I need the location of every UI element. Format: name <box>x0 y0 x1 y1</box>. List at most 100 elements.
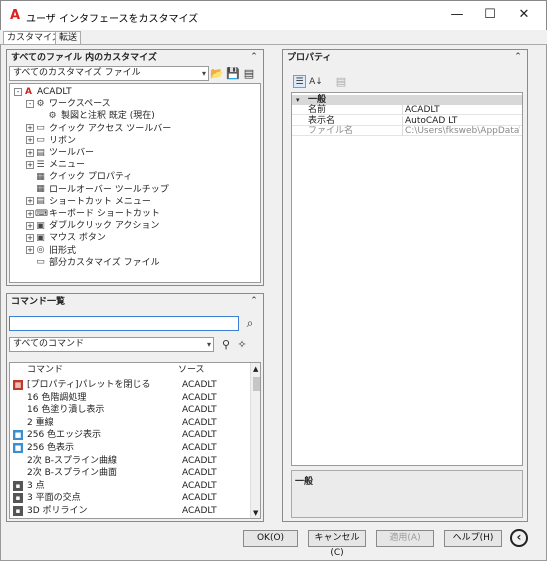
command-search-input[interactable] <box>9 316 239 331</box>
tree-node-icon: ▭ <box>36 135 45 146</box>
tree-item[interactable]: - ⚙ ワークスペース <box>26 98 111 110</box>
tree-item[interactable]: + ▭ クイック アクセス ツールバー <box>26 123 171 135</box>
tree-item-label: 部分カスタマイズ ファイル <box>49 257 160 268</box>
command-row[interactable]: 16 色塗り潰し表示 ACADLT <box>10 404 248 417</box>
tree-item[interactable]: + ⌨キーボード ショートカット <box>26 208 160 220</box>
tree-item-label: ACADLT <box>37 87 72 97</box>
scroll-down-icon[interactable]: ▼ <box>253 509 258 517</box>
collapse-properties-icon[interactable]: ⌃ <box>512 51 524 64</box>
chevron-down-icon[interactable]: ▾ <box>296 95 300 105</box>
property-value: AutoCAD LT <box>402 115 520 126</box>
command-row[interactable]: 2 重線 ACADLT <box>10 417 248 430</box>
tree-item[interactable]: ⚙ 製図と注釈 既定 (現在) <box>38 110 154 122</box>
command-list-scrollbar[interactable]: ▲ ▼ <box>250 363 260 518</box>
command-source: ACADLT <box>182 506 217 516</box>
command-list-panel: コマンド一覧 ⌃ ⌕ すべてのコマンド ▾ ⚲ ✧ コマンド ソース ▲ ▼ ▦… <box>6 293 264 522</box>
tree-item-label: クイック アクセス ツールバー <box>49 123 172 134</box>
tree-item[interactable]: ▭ 部分カスタマイズ ファイル <box>26 257 160 269</box>
scroll-up-icon[interactable]: ▲ <box>253 365 258 373</box>
find-command-icon[interactable]: ⚲ <box>219 338 233 352</box>
command-row[interactable]: 3D 移動 <box>10 518 248 519</box>
command-name: 2次 B-スプライン曲線 <box>27 455 118 466</box>
tree-item[interactable]: + ▤ ショートカット メニュー <box>26 196 151 208</box>
command-list[interactable]: コマンド ソース ▲ ▼ ▦ [プロパティ]パレットを閉じる ACADLT 16 色階… <box>9 362 261 519</box>
search-icon[interactable]: ⌕ <box>243 316 257 330</box>
command-filter-select[interactable]: すべてのコマンド ▾ <box>9 337 214 352</box>
expand-node-icon[interactable]: + <box>26 197 34 206</box>
collapse-node-icon[interactable]: - <box>14 87 22 96</box>
tree-node-icon: ▦ <box>36 184 45 195</box>
tree-item[interactable]: + ▭ リボン <box>26 135 76 147</box>
command-list-columns: コマンド ソース <box>10 363 260 377</box>
customization-tree[interactable]: - A ACADLT - ⚙ ワークスペース ⚙ 製図と注釈 既定 (現在) + ▭ クイック アク… <box>9 83 261 283</box>
expand-node-icon[interactable]: + <box>26 124 34 133</box>
apply-button[interactable]: 適用(A) <box>376 530 434 547</box>
tree-node-icon: ◎ <box>36 245 45 256</box>
command-row[interactable]: ■ 256 色エッジ表示 ACADLT <box>10 429 248 442</box>
column-command[interactable]: コマンド <box>27 363 63 377</box>
title-bar: A ユーザ インタフェースをカスタマイズ — ☐ ✕ <box>0 0 547 30</box>
tab-transfer[interactable]: 転送 <box>55 31 82 44</box>
help-button[interactable]: ヘルプ(H) <box>444 530 502 547</box>
tree-item[interactable]: ▦ ロールオーバー ツールチップ <box>26 184 169 196</box>
command-row[interactable]: 2次 B-スプライン曲面 ACADLT <box>10 467 248 480</box>
customization-file-select[interactable]: すべてのカスタマイズ ファイル ▾ <box>9 66 209 81</box>
command-row[interactable]: ▪ 3D ポリライン ACADLT <box>10 505 248 518</box>
categorized-view-icon[interactable]: ☰ <box>293 75 306 88</box>
column-source[interactable]: ソース <box>178 363 205 377</box>
save-as-icon[interactable]: ▤ <box>242 67 256 81</box>
new-command-icon[interactable]: ✧ <box>235 338 249 352</box>
customizations-panel: すべてのファイル 内のカスタマイズ ⌃ すべてのカスタマイズ ファイル ▾ 📂 … <box>6 49 264 286</box>
save-icon[interactable]: 💾 <box>226 67 240 81</box>
back-arrow-icon[interactable]: ‹ <box>510 529 528 547</box>
minimize-button[interactable]: — <box>442 3 472 27</box>
command-name: 3D ポリライン <box>27 506 88 516</box>
collapse-commands-icon[interactable]: ⌃ <box>248 295 260 308</box>
maximize-button[interactable]: ☐ <box>475 3 505 27</box>
tree-node-icon: ▦ <box>36 171 45 182</box>
tree-item[interactable]: + ◎ 旧形式 <box>26 245 76 257</box>
command-row[interactable]: 16 色階調処理 ACADLT <box>10 392 248 405</box>
property-row[interactable]: ファイル名 C:\Users\fksweb\AppData\Ro <box>292 126 522 136</box>
sort-alphabetical-icon[interactable]: A↓ <box>309 75 323 89</box>
expand-node-icon[interactable]: + <box>26 221 34 230</box>
property-row[interactable]: 名前 ACADLT <box>292 105 522 115</box>
tree-item[interactable]: - A ACADLT <box>14 86 72 98</box>
expand-node-icon[interactable]: + <box>26 148 34 157</box>
close-button[interactable]: ✕ <box>509 3 539 27</box>
customizations-header: すべてのファイル 内のカスタマイズ <box>11 53 157 63</box>
tree-item[interactable]: ▦ クイック プロパティ <box>26 171 132 183</box>
expand-node-icon[interactable]: + <box>26 233 34 242</box>
expand-node-icon[interactable]: + <box>26 136 34 145</box>
expand-node-icon[interactable]: + <box>26 246 34 255</box>
property-category[interactable]: ▾ 一般 <box>292 95 522 105</box>
tree-item-label: マウス ボタン <box>49 233 106 244</box>
command-name: 3D 移動 <box>27 518 61 519</box>
tree-node-icon: ▤ <box>36 147 45 158</box>
expand-node-icon[interactable]: + <box>26 209 34 218</box>
cancel-button[interactable]: キャンセル(C) <box>308 530 366 558</box>
command-icon <box>13 417 23 428</box>
command-row[interactable]: 2次 B-スプライン曲線 ACADLT <box>10 455 248 468</box>
property-row[interactable]: 表示名 AutoCAD LT <box>292 115 522 126</box>
tree-item[interactable]: + ☰ メニュー <box>26 159 85 171</box>
command-row[interactable]: ▪ 3 点 ACADLT <box>10 480 248 493</box>
tree-item-label: クイック プロパティ <box>49 172 133 183</box>
tree-item-label: ワークスペース <box>49 99 111 110</box>
expand-node-icon[interactable]: + <box>26 160 34 169</box>
scroll-thumb[interactable] <box>253 377 260 391</box>
description-title: 一般 <box>295 477 314 487</box>
tree-item[interactable]: + ▣ マウス ボタン <box>26 232 106 244</box>
collapse-node-icon[interactable]: - <box>26 99 34 108</box>
command-row[interactable]: ▪ 3 平面の交点 ACADLT <box>10 492 248 505</box>
ok-button[interactable]: OK(O) <box>243 530 298 547</box>
command-icon: ▪ <box>13 480 23 491</box>
open-file-icon[interactable]: 📂 <box>210 67 224 81</box>
command-row[interactable]: ■ 256 色表示 ACADLT <box>10 442 248 455</box>
tree-item[interactable]: + ▤ ツールバー <box>26 147 94 159</box>
command-row[interactable]: ▦ [プロパティ]パレットを閉じる ACADLT <box>10 379 248 392</box>
chevron-down-icon: ▾ <box>201 69 206 78</box>
property-key: 名前 <box>308 105 327 115</box>
tree-item[interactable]: + ▣ ダブルクリック アクション <box>26 220 159 232</box>
collapse-customizations-icon[interactable]: ⌃ <box>248 51 260 64</box>
